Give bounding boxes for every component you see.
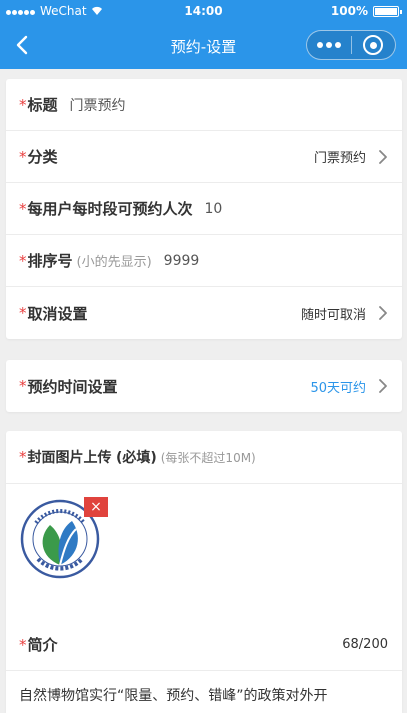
sort-label: 排序号 bbox=[27, 252, 73, 270]
limit-label: 每用户每时段可预约人次 bbox=[27, 200, 193, 218]
upload-required-text: (必填) bbox=[115, 450, 157, 466]
required-mark: * bbox=[19, 377, 27, 395]
chevron-right-icon bbox=[379, 379, 387, 393]
limit-row[interactable]: * 每用户每时段可预约人次 10 bbox=[6, 183, 402, 235]
sort-value[interactable]: 9999 bbox=[164, 253, 200, 269]
required-mark: * bbox=[19, 147, 27, 166]
required-mark: * bbox=[19, 251, 27, 270]
intro-char-counter: 68/200 bbox=[342, 637, 388, 652]
chevron-right-icon bbox=[379, 306, 387, 320]
basic-settings-card: * 标题 门票预约 * 分类 门票预约 * 每用户每时段可预约人次 10 * 排… bbox=[6, 79, 402, 339]
target-ring-icon bbox=[363, 35, 384, 55]
status-bar: WeChat 14:00 100% bbox=[0, 0, 407, 22]
required-mark: * bbox=[19, 448, 27, 466]
cancel-value: 随时可取消 bbox=[300, 307, 366, 323]
time-settings-value: 50天可约 bbox=[310, 380, 366, 396]
intro-label: 简介 bbox=[27, 636, 58, 654]
required-mark: * bbox=[19, 199, 27, 218]
upload-label: 封面图片上传 (必填) bbox=[28, 447, 157, 467]
cover-image-thumbnail[interactable]: × bbox=[20, 497, 108, 581]
more-dots-icon[interactable] bbox=[307, 42, 351, 48]
cancel-label: 取消设置 bbox=[27, 304, 88, 323]
sort-row[interactable]: * 排序号 (小的先显示) 9999 bbox=[6, 235, 402, 287]
required-mark: * bbox=[19, 635, 27, 654]
battery-icon bbox=[373, 5, 402, 17]
limit-value[interactable]: 10 bbox=[205, 201, 223, 217]
chevron-right-icon bbox=[379, 150, 387, 164]
time-settings-label: 预约时间设置 bbox=[27, 377, 118, 396]
title-value[interactable]: 门票预约 bbox=[70, 95, 126, 115]
title-row[interactable]: * 标题 门票预约 bbox=[6, 79, 402, 131]
intro-textarea[interactable]: 自然博物馆实行“限量、预约、错峰”的政策对外开 bbox=[19, 685, 394, 705]
category-value: 门票预约 bbox=[313, 151, 366, 166]
required-mark: * bbox=[19, 95, 27, 114]
category-row[interactable]: * 分类 门票预约 bbox=[6, 131, 402, 183]
battery-percent: 100% bbox=[330, 4, 368, 18]
sort-hint: (小的先显示) bbox=[76, 255, 152, 270]
mini-program-capsule bbox=[306, 30, 396, 60]
upload-title-row: * 封面图片上传 (必填) (每张不超过10M) bbox=[6, 431, 402, 484]
cancel-row[interactable]: * 取消设置 随时可取消 bbox=[6, 287, 402, 339]
required-mark: * bbox=[19, 304, 27, 322]
nav-bar: 预约-设置 bbox=[0, 22, 407, 69]
title-label: 标题 bbox=[27, 96, 58, 114]
upload-label-text: 封面图片上传 bbox=[27, 450, 112, 466]
media-card: * 封面图片上传 (必填) (每张不超过10M) × * 简介 68/200 自… bbox=[6, 431, 402, 713]
battery-info: 100% bbox=[330, 4, 402, 18]
time-settings-card: * 预约时间设置 50天可约 bbox=[6, 360, 402, 412]
time-settings-row[interactable]: * 预约时间设置 50天可约 bbox=[6, 360, 402, 412]
delete-image-button[interactable]: × bbox=[84, 497, 108, 517]
intro-row: * 简介 68/200 bbox=[6, 619, 402, 671]
category-label: 分类 bbox=[27, 148, 58, 166]
close-miniprogram-button[interactable] bbox=[351, 35, 395, 55]
upload-hint: (每张不超过10M) bbox=[160, 450, 256, 465]
